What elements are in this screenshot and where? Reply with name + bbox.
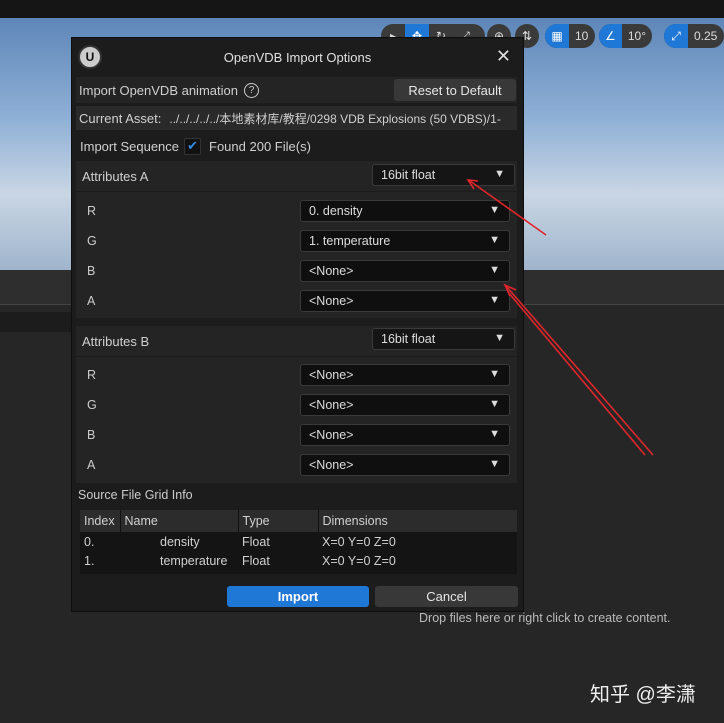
import-button[interactable]: Import [227,586,369,607]
import-sequence-row: Import Sequence ✔ Found 200 File(s) [76,135,517,157]
rotation-snap[interactable]: ∠ 10° [599,24,652,48]
current-asset-path: ../../../../../本地素材库/教程/0298 VDB Explosi… [169,111,501,126]
chevron-down-icon: ▼ [494,168,505,180]
import-sequence-label: Import Sequence [80,138,180,154]
table-cell: temperature [160,553,228,568]
chevron-down-icon: ▼ [489,398,500,410]
channel-value: <None> [309,368,354,382]
col-dimensions[interactable]: Dimensions [318,510,517,532]
table-row[interactable]: 0. density Float X=0 Y=0 Z=0 [80,532,517,551]
dialog-title: OpenVDB Import Options [223,49,372,65]
chevron-down-icon: ▼ [489,204,500,216]
import-sequence-checkbox[interactable]: ✔ [184,137,202,155]
table-cell: Float [242,534,270,549]
attributes-a-format-dropdown[interactable]: 16bit float ▼ [372,164,515,186]
openvdb-import-dialog: U OpenVDB Import Options ✕ Import OpenVD… [71,37,524,612]
channel-label: A [87,294,96,308]
table-cell: density [160,534,200,549]
table-cell: Float [242,553,270,568]
cancel-button[interactable]: Cancel [375,586,518,607]
scale-snap[interactable]: ⤢ 0.25 [664,24,724,48]
channel-value: 0. density [309,204,363,218]
annotation-arrow [507,291,646,456]
channel-label: G [87,234,97,248]
channel-value: <None> [309,458,354,472]
drop-hint: Drop files here or right click to create… [419,611,671,625]
close-icon[interactable]: ✕ [496,46,511,67]
table-cell: 0. [84,534,95,549]
angle-icon: ∠ [599,24,622,48]
channel-a-dropdown[interactable]: <None> ▼ [300,290,510,312]
found-files-label: Found 200 File(s) [209,138,311,154]
chevron-down-icon: ▼ [489,234,500,246]
channel-value: <None> [309,294,354,308]
channel-b-dropdown[interactable]: <None> ▼ [300,424,510,446]
channel-value: <None> [309,264,354,278]
attributes-a-label: Attributes A [82,168,149,184]
top-bar [0,0,724,18]
channel-label: R [87,204,97,218]
title-bar[interactable]: U OpenVDB Import Options ✕ [72,38,523,76]
grid-info-header-row: Index Name Type Dimensions [80,510,517,532]
current-asset-row: Current Asset: ../../../../../本地素材库/教程/0… [76,106,517,130]
channel-g-dropdown[interactable]: 1. temperature ▼ [300,230,510,252]
chevron-down-icon: ▼ [489,368,500,380]
attributes-b-format-value: 16bit float [381,332,436,346]
grid-snap[interactable]: ▦ 10 [545,24,595,48]
grid-info-table: Index Name Type Dimensions 0. density Floa… [80,510,517,574]
chevron-down-icon: ▼ [494,332,505,344]
chevron-down-icon: ▼ [489,458,500,470]
chevron-down-icon: ▼ [489,294,500,306]
annotation-arrow [505,285,654,456]
channel-value: 1. temperature [309,234,391,248]
channel-value: <None> [309,428,354,442]
reset-to-default-button[interactable]: Reset to Default [394,79,516,101]
channel-label: G [87,398,97,412]
watermark: 知乎 @李潇 [590,684,696,706]
attributes-b-label: Attributes B [82,333,150,349]
scale-arrow-icon: ⤢ [664,24,688,48]
col-index[interactable]: Index [80,510,121,532]
table-row[interactable]: 1. temperature Float X=0 Y=0 Z=0 [80,551,517,570]
channel-r-dropdown[interactable]: 0. density ▼ [300,200,510,222]
table-cell: X=0 Y=0 Z=0 [322,534,396,549]
attributes-a-format-value: 16bit float [381,168,436,182]
grid-icon: ▦ [545,24,569,48]
channel-r-dropdown[interactable]: <None> ▼ [300,364,510,386]
channel-label: R [87,368,97,382]
content-browser-sidebar [0,312,72,332]
channel-a-dropdown[interactable]: <None> ▼ [300,454,510,476]
chevron-down-icon: ▼ [489,428,500,440]
import-animation-label: Import OpenVDB animation [79,82,238,98]
table-cell: X=0 Y=0 Z=0 [322,553,396,568]
channel-value: <None> [309,398,354,412]
channel-g-dropdown[interactable]: <None> ▼ [300,394,510,416]
col-name[interactable]: Name [120,510,239,532]
channel-label: B [87,428,96,442]
import-animation-row: Import OpenVDB animation ? Reset to Defa… [76,77,517,103]
col-type[interactable]: Type [238,510,319,532]
channel-label: B [87,264,96,278]
unreal-logo-icon: U [78,45,102,69]
channel-b-dropdown[interactable]: <None> ▼ [300,260,510,282]
help-icon[interactable]: ? [243,82,259,98]
current-asset-label: Current Asset: [79,110,162,126]
table-cell: 1. [84,553,95,568]
chevron-down-icon: ▼ [489,264,500,276]
channel-label: A [87,458,96,472]
attributes-b-format-dropdown[interactable]: 16bit float ▼ [372,328,515,350]
grid-info-label: Source File Grid Info [78,488,193,502]
